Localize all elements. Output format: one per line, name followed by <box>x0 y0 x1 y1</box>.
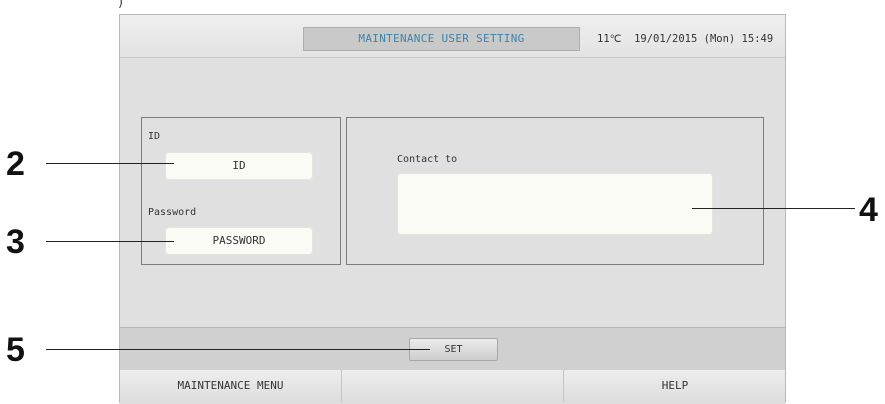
id-label: ID <box>148 131 161 142</box>
callout-line-2 <box>46 163 174 164</box>
password-field[interactable]: PASSWORD <box>165 227 313 255</box>
callout-number-3: 3 <box>6 223 25 261</box>
password-label: Password <box>148 207 197 218</box>
status-info: 11℃ 19/01/2015 (Mon) 15:49 <box>597 27 773 51</box>
credentials-panel: ID ID Password PASSWORD <box>141 117 341 265</box>
callout-number-5: 5 <box>6 331 25 369</box>
top-text-fragment: ) <box>118 0 124 10</box>
callout-number-4: 4 <box>859 191 878 229</box>
contact-field[interactable] <box>397 173 713 235</box>
callout-line-4 <box>692 208 855 209</box>
callout-number-2: 2 <box>6 145 25 183</box>
screen-title: MAINTENANCE USER SETTING <box>303 27 580 51</box>
temperature-readout: 11℃ <box>597 33 622 45</box>
footer-bar: MAINTENANCE MENU HELP <box>120 370 785 404</box>
id-field[interactable]: ID <box>165 152 313 180</box>
header-bar: MAINTENANCE USER SETTING 11℃ 19/01/2015 … <box>120 15 785 58</box>
help-button[interactable]: HELP <box>564 370 786 402</box>
maintenance-user-setting-screen: MAINTENANCE USER SETTING 11℃ 19/01/2015 … <box>119 14 786 404</box>
callout-line-3 <box>46 241 174 242</box>
contact-panel: Contact to <box>346 117 764 265</box>
callout-line-5 <box>46 349 430 350</box>
datetime-readout: 19/01/2015 (Mon) 15:49 <box>634 33 774 45</box>
footer-empty-button[interactable] <box>342 370 564 402</box>
contact-label: Contact to <box>397 154 458 165</box>
maintenance-menu-button[interactable]: MAINTENANCE MENU <box>120 370 342 402</box>
